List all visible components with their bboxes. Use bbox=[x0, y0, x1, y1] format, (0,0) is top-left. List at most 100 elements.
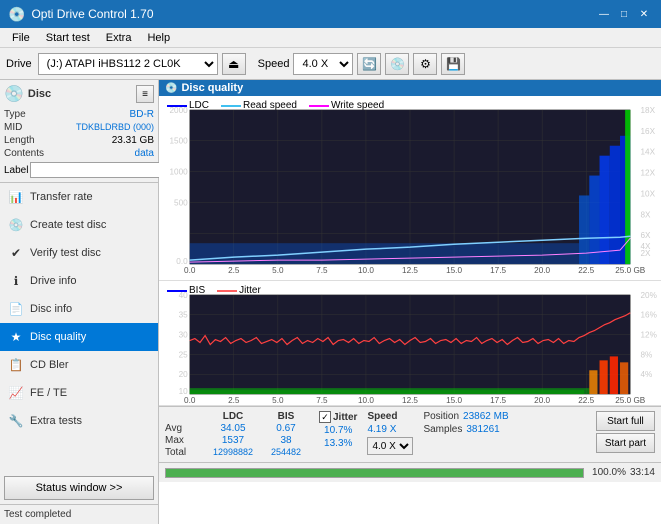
ldc-legend-label: LDC bbox=[189, 100, 209, 111]
right-panel: 💿 Disc quality LDC Read speed Write spee… bbox=[159, 80, 661, 524]
svg-text:0.0: 0.0 bbox=[184, 396, 196, 405]
svg-text:8%: 8% bbox=[641, 350, 653, 359]
save-button[interactable]: 💾 bbox=[441, 53, 465, 75]
jitter-section: ✓ Jitter 10.7% 13.3% bbox=[319, 411, 357, 449]
disc-icon-btn[interactable]: ≡ bbox=[136, 85, 154, 103]
status-window-label: Status window >> bbox=[36, 482, 123, 494]
disc-mid-row: MID TDKBLDRBD (000) bbox=[4, 121, 154, 134]
refresh-button[interactable]: 🔄 bbox=[357, 53, 381, 75]
disc-length-label: Length bbox=[4, 135, 35, 146]
svg-text:8X: 8X bbox=[641, 210, 652, 219]
svg-text:25: 25 bbox=[179, 350, 189, 359]
close-button[interactable]: ✕ bbox=[635, 5, 653, 23]
svg-text:14X: 14X bbox=[641, 148, 656, 157]
minimize-button[interactable]: — bbox=[595, 5, 613, 23]
left-panel: 💿 Disc ≡ Type BD-R MID TDKBLDRBD (000) L… bbox=[0, 80, 159, 524]
nav-verify-test-disc-label: Verify test disc bbox=[30, 247, 101, 259]
nav-disc-info[interactable]: 📄 Disc info bbox=[0, 295, 158, 323]
jitter-checkbox[interactable]: ✓ bbox=[319, 411, 331, 423]
drive-info-icon: ℹ bbox=[8, 273, 24, 289]
bottom-chart: BIS Jitter bbox=[159, 281, 661, 406]
max-label: Max bbox=[165, 435, 203, 446]
drive-select[interactable]: (J:) ATAPI iHBS112 2 CL0K bbox=[38, 53, 218, 75]
disc-header: 💿 Disc ≡ bbox=[4, 84, 154, 104]
nav-verify-test-disc[interactable]: ✔ Verify test disc bbox=[0, 239, 158, 267]
top-chart-svg: 2000 1500 1000 500 0.0 18X 16X 14X 12X 1… bbox=[159, 96, 661, 280]
avg-ldc: 34.05 bbox=[207, 423, 259, 434]
disc-mid-value: TDKBLDRBD (000) bbox=[76, 122, 154, 133]
nav-extra-tests[interactable]: 🔧 Extra tests bbox=[0, 407, 158, 435]
total-bis: 254482 bbox=[263, 447, 309, 458]
svg-text:20%: 20% bbox=[641, 291, 657, 300]
total-ldc: 12998882 bbox=[207, 447, 259, 458]
menu-extra[interactable]: Extra bbox=[98, 28, 140, 48]
settings-button[interactable]: ⚙ bbox=[413, 53, 437, 75]
position-section: Position 23862 MB Samples 381261 bbox=[423, 411, 508, 435]
start-full-button[interactable]: Start full bbox=[596, 411, 655, 431]
svg-text:20.0: 20.0 bbox=[534, 396, 550, 405]
menu-help[interactable]: Help bbox=[139, 28, 178, 48]
disc-type-row: Type BD-R bbox=[4, 108, 154, 121]
time-text: 33:14 bbox=[630, 467, 655, 478]
disc-label-input[interactable] bbox=[30, 162, 168, 178]
svg-text:1500: 1500 bbox=[169, 137, 188, 146]
position-label: Position bbox=[423, 411, 459, 422]
svg-text:20: 20 bbox=[179, 370, 189, 379]
nav-create-test-disc[interactable]: 💿 Create test disc bbox=[0, 211, 158, 239]
nav-fe-te-label: FE / TE bbox=[30, 387, 67, 399]
disc-button[interactable]: 💿 bbox=[385, 53, 409, 75]
svg-text:2X: 2X bbox=[641, 249, 652, 258]
progress-text: 100.0% bbox=[588, 467, 626, 478]
stats-empty bbox=[165, 411, 203, 422]
svg-text:2.5: 2.5 bbox=[228, 396, 240, 405]
status-text: Test completed bbox=[4, 509, 154, 520]
disc-title: Disc bbox=[28, 88, 51, 100]
max-bis: 38 bbox=[263, 435, 309, 446]
app-title: Opti Drive Control 1.70 bbox=[31, 7, 595, 21]
menu-start-test[interactable]: Start test bbox=[38, 28, 98, 48]
window-controls: — □ ✕ bbox=[595, 5, 653, 23]
avg-bis: 0.67 bbox=[263, 423, 309, 434]
samples-value: 381261 bbox=[466, 424, 499, 435]
disc-mid-label: MID bbox=[4, 122, 22, 133]
writespeed-legend-label: Write speed bbox=[331, 100, 384, 111]
svg-text:2.5: 2.5 bbox=[228, 266, 240, 275]
avg-label: Avg bbox=[165, 423, 203, 434]
bis-header: BIS bbox=[263, 411, 309, 422]
chart-title-text: Disc quality bbox=[181, 82, 243, 94]
total-label: Total bbox=[165, 447, 203, 458]
disc-contents-value: data bbox=[135, 148, 154, 159]
stats-area: LDC BIS Avg 34.05 0.67 Max 1537 38 Total… bbox=[159, 406, 661, 462]
svg-text:0.0: 0.0 bbox=[184, 266, 196, 275]
stats-row: LDC BIS Avg 34.05 0.67 Max 1537 38 Total… bbox=[165, 411, 655, 458]
chart-title-icon: 💿 bbox=[165, 83, 177, 94]
maximize-button[interactable]: □ bbox=[615, 5, 633, 23]
disc-icon: 💿 bbox=[4, 84, 24, 104]
eject-button[interactable]: ⏏ bbox=[222, 53, 246, 75]
svg-text:12%: 12% bbox=[641, 331, 657, 340]
nav-transfer-rate[interactable]: 📊 Transfer rate bbox=[0, 183, 158, 211]
nav-transfer-rate-label: Transfer rate bbox=[30, 191, 93, 203]
nav-disc-quality-label: Disc quality bbox=[30, 331, 86, 343]
status-window-button[interactable]: Status window >> bbox=[4, 476, 154, 500]
speed-dropdown[interactable]: 4.0 X bbox=[367, 437, 413, 455]
writespeed-legend-color bbox=[309, 105, 329, 107]
ldc-legend-color bbox=[167, 105, 187, 107]
nav-drive-info[interactable]: ℹ Drive info bbox=[0, 267, 158, 295]
bottom-chart-svg: 40 35 30 25 20 10 20% 16% 12% 8% 4% 0.0 … bbox=[159, 281, 661, 405]
nav-cd-bler[interactable]: 📋 CD Bler bbox=[0, 351, 158, 379]
svg-text:20.0: 20.0 bbox=[534, 266, 550, 275]
svg-text:16%: 16% bbox=[641, 311, 657, 320]
jitter-header-label: Jitter bbox=[333, 412, 357, 423]
max-ldc: 1537 bbox=[207, 435, 259, 446]
speed-select[interactable]: 4.0 X bbox=[293, 53, 353, 75]
disc-info-icon: 📄 bbox=[8, 301, 24, 317]
menu-file[interactable]: File bbox=[4, 28, 38, 48]
start-part-button[interactable]: Start part bbox=[596, 433, 655, 453]
avg-jitter: 10.7% bbox=[319, 425, 357, 436]
app-icon: 💿 bbox=[8, 6, 25, 23]
nav-fe-te[interactable]: 📈 FE / TE bbox=[0, 379, 158, 407]
svg-text:25.0 GB: 25.0 GB bbox=[615, 266, 645, 275]
ldc-legend: LDC bbox=[167, 100, 209, 111]
nav-disc-quality[interactable]: ★ Disc quality bbox=[0, 323, 158, 351]
